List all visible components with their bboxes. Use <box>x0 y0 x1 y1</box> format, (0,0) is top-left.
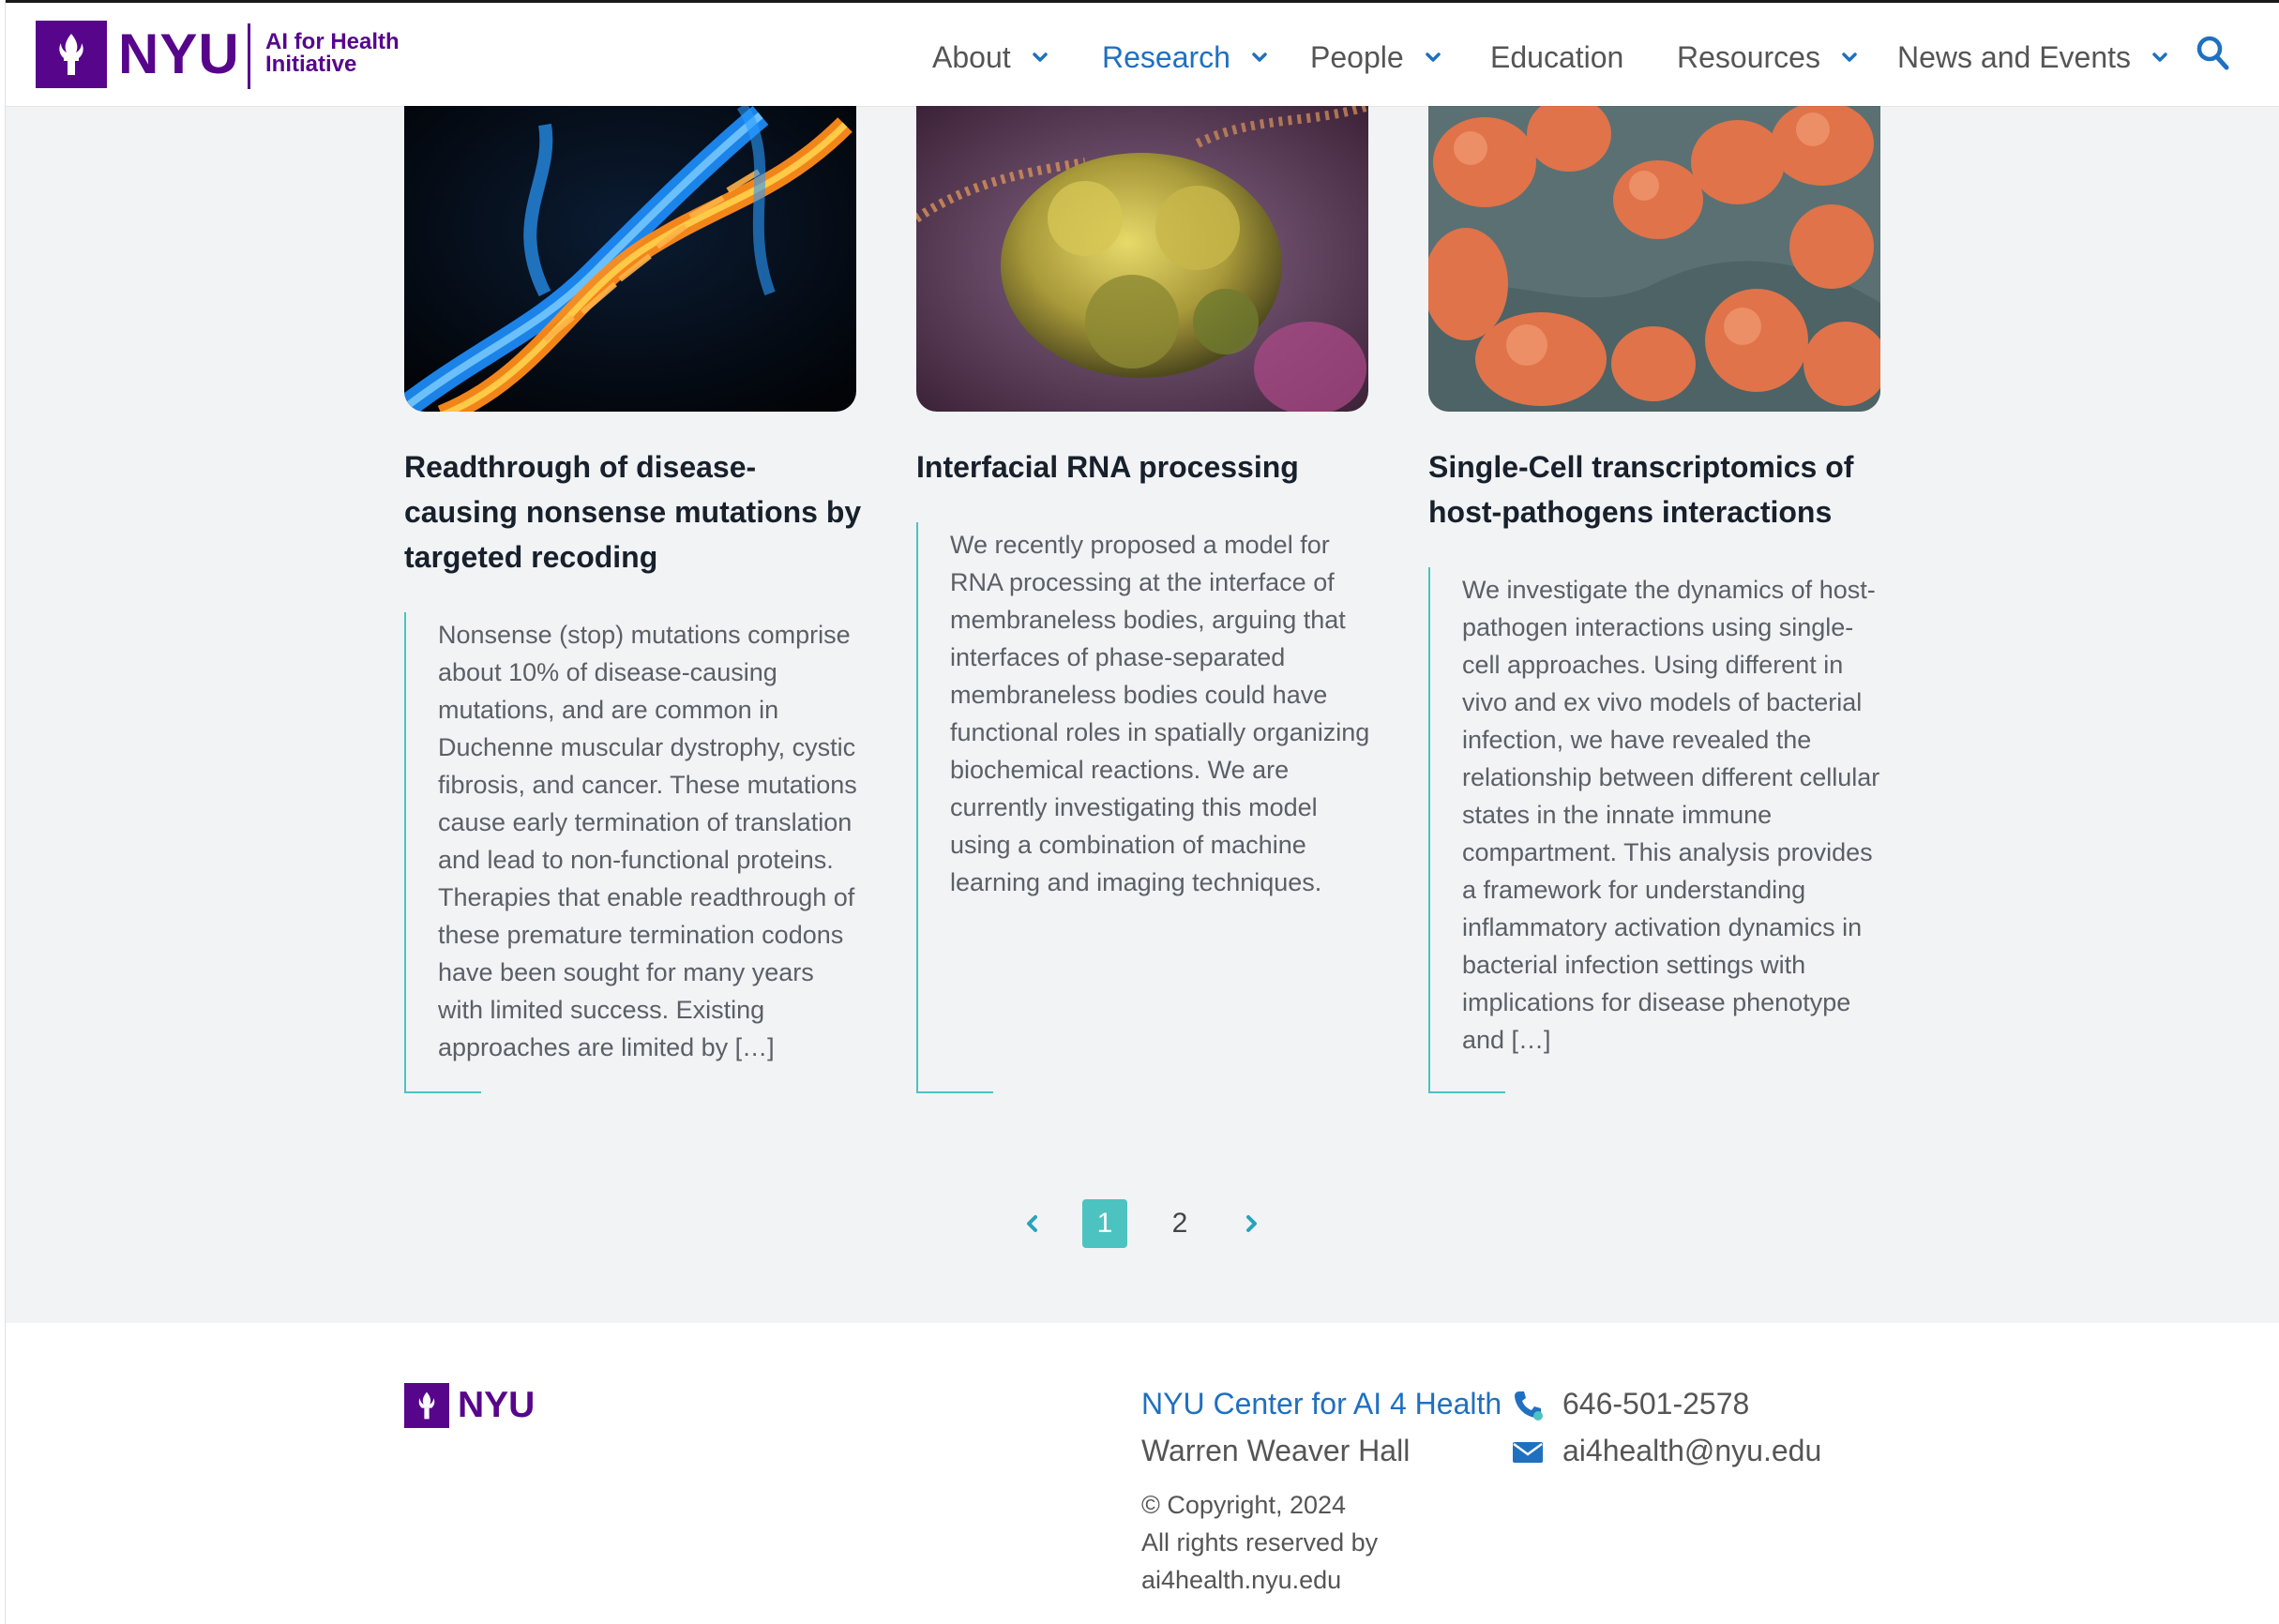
nav-item-research[interactable]: Research <box>1102 38 1270 76</box>
nav-item-resources[interactable]: Resources <box>1677 38 1860 76</box>
card-title[interactable]: Interfacial RNA processing <box>916 444 1376 489</box>
card-title[interactable]: Readthrough of disease-causing nonsense … <box>404 444 864 579</box>
nav-item-label: News and Events <box>1897 39 2132 74</box>
chevron-down-icon <box>1842 53 1857 62</box>
card-accent-rule <box>404 1091 481 1093</box>
nav-item-label: People <box>1310 39 1404 74</box>
nav-item-education[interactable]: Education <box>1490 38 1623 76</box>
nav-item-news-and-events[interactable]: News and Events <box>1897 38 2170 76</box>
copyright-line: All rights reserved by <box>1141 1528 1379 1556</box>
envelope-icon <box>1513 1442 1543 1463</box>
footer-building: Warren Weaver Hall <box>1141 1434 1411 1467</box>
footer-center-name-link[interactable]: NYU Center for AI 4 Health <box>1141 1387 1502 1421</box>
phone-icon <box>1515 1391 1543 1421</box>
chevron-down-icon <box>1252 53 1267 62</box>
card-description: We investigate the dynamics of host-path… <box>1428 567 1888 1093</box>
dna-double-helix-image[interactable] <box>404 106 856 412</box>
search-icon[interactable] <box>2195 33 2232 74</box>
nav-item-about[interactable]: About <box>932 38 1050 76</box>
nyu-torch-logo-icon[interactable] <box>404 1383 449 1428</box>
site-header: NYU AI for Health Initiative About Resea… <box>6 3 2279 106</box>
footer-phone[interactable]: 646-501-2578 <box>1562 1387 1749 1421</box>
nav-item-label: Research <box>1102 39 1230 74</box>
footer-copyright: © Copyright, 2024 All rights reserved by… <box>1141 1486 1378 1599</box>
main-navigation: About Research People Education Resource… <box>6 3 2279 106</box>
rna-protein-complex-image[interactable] <box>916 106 1368 412</box>
card-description: Nonsense (stop) mutations comprise about… <box>404 612 864 1093</box>
footer-email[interactable]: ai4health@nyu.edu <box>1562 1434 1821 1468</box>
nav-item-label: About <box>932 39 1011 74</box>
chevron-down-icon <box>1425 53 1441 62</box>
bacteria-micrograph-image[interactable] <box>1428 106 1880 412</box>
window-left-edge <box>0 0 6 1624</box>
pagination-current-page[interactable]: 1 <box>1082 1199 1127 1248</box>
pagination-page-link[interactable]: 2 <box>1157 1199 1202 1248</box>
card-title[interactable]: Single-Cell transcriptomics of host-path… <box>1428 444 1888 534</box>
nav-item-label: Education <box>1490 39 1624 74</box>
card-description: We recently proposed a model for RNA pro… <box>916 522 1376 1093</box>
nav-item-people[interactable]: People <box>1310 38 1443 76</box>
copyright-line: © Copyright, 2024 <box>1141 1491 1347 1519</box>
footer-nyu-wordmark[interactable]: NYU <box>458 1382 535 1429</box>
copyright-line: ai4health.nyu.edu <box>1141 1566 1342 1594</box>
chevron-right-icon[interactable] <box>1237 1210 1265 1238</box>
site-footer: NYU NYU Center for AI 4 Health Warren We… <box>6 1323 2279 1624</box>
card-accent-rule <box>1428 1091 1505 1093</box>
nav-item-label: Resources <box>1677 39 1820 74</box>
chevron-left-icon[interactable] <box>1019 1210 1047 1238</box>
chevron-down-icon <box>2152 53 2167 62</box>
chevron-down-icon <box>1032 53 1048 62</box>
card-accent-rule <box>916 1091 993 1093</box>
